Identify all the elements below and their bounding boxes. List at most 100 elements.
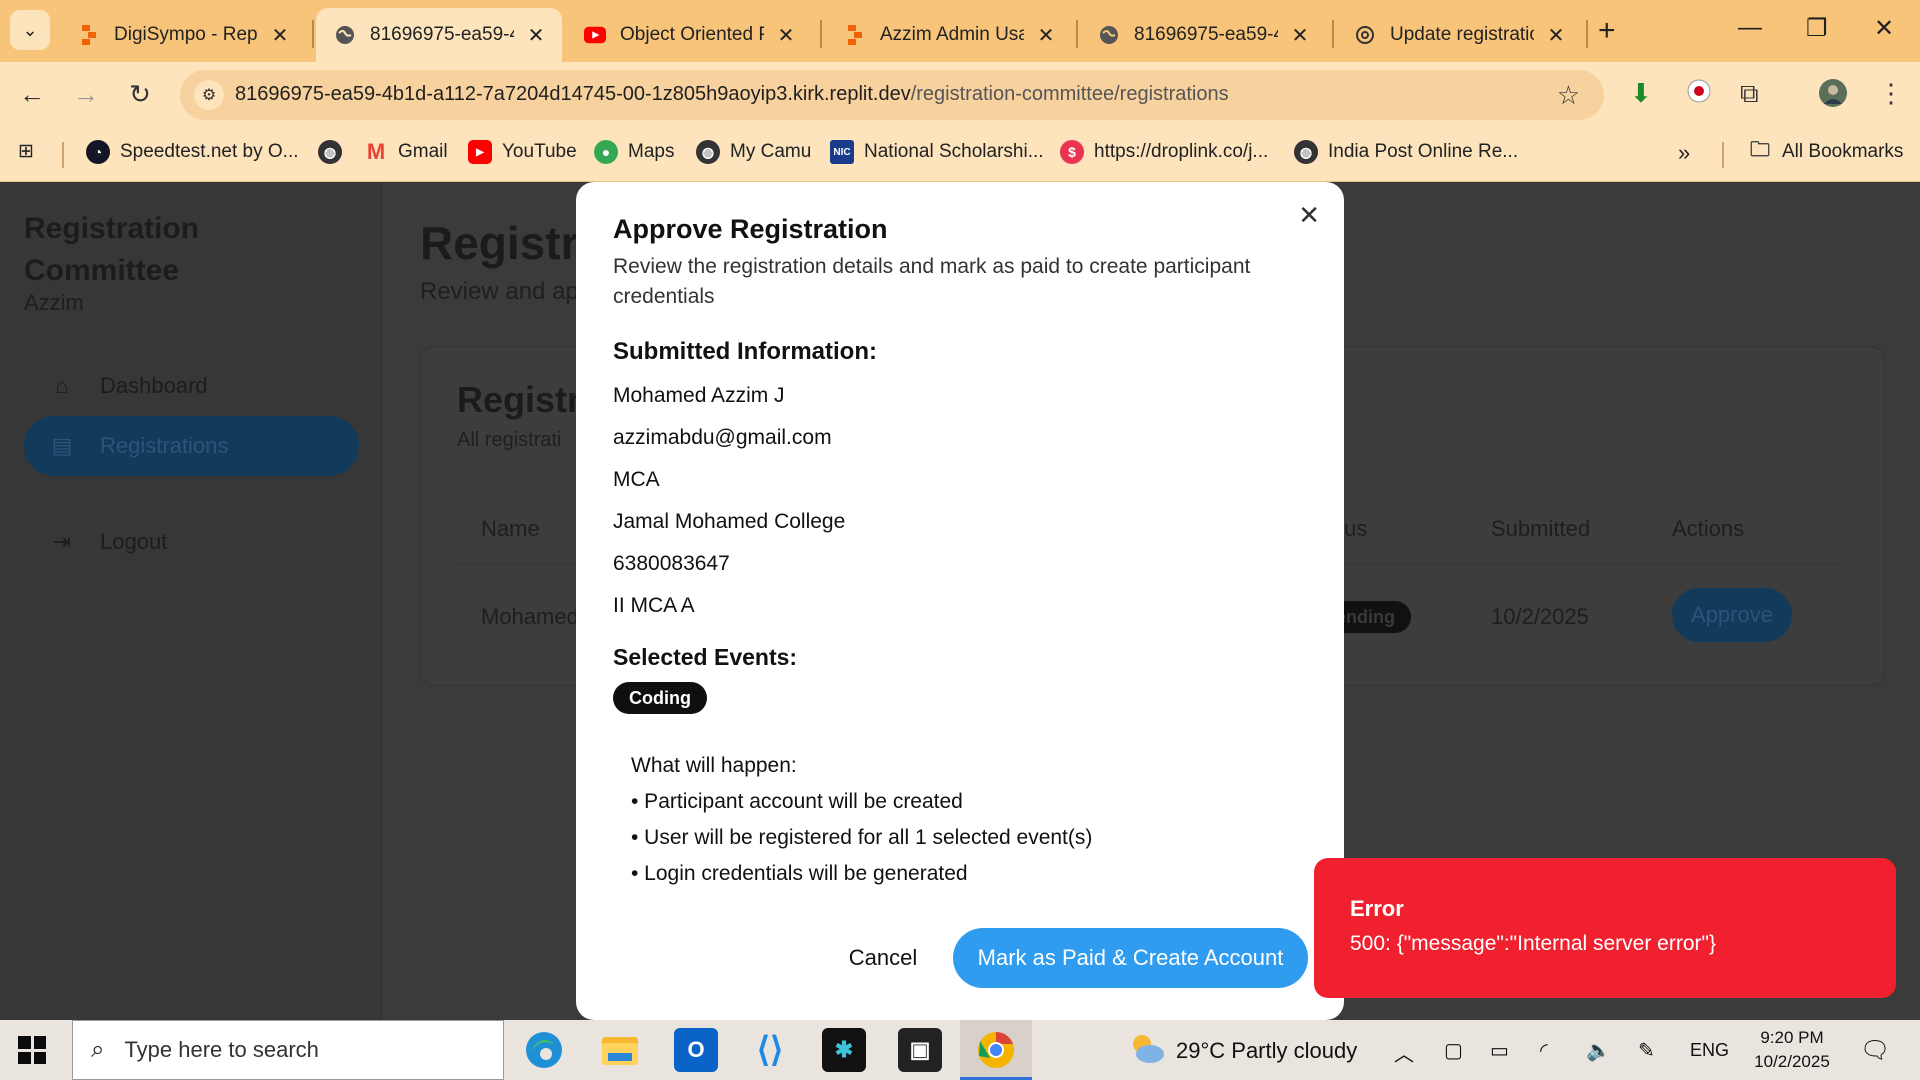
bookmark-scholarship[interactable]: NIC National Scholarshi... — [830, 140, 1044, 164]
error-toast[interactable]: Error 500: {"message":"Internal server e… — [1314, 858, 1896, 998]
toast-message: 500: {"message":"Internal server error"} — [1350, 932, 1716, 955]
forward-icon[interactable]: → — [68, 76, 104, 112]
close-icon[interactable]: ✕ — [774, 23, 798, 48]
site-info-icon[interactable]: ⚙ — [194, 80, 224, 110]
tab-1[interactable]: 81696975-ea59-4b ✕ — [316, 8, 562, 62]
tab-3[interactable]: Azzim Admin Usag ✕ — [826, 8, 1072, 62]
approve-dialog: ✕ Approve Registration Review the regist… — [576, 182, 1344, 1020]
weather-text[interactable]: 29°C Partly cloudy — [1176, 1038, 1357, 1064]
bookmark-gmail[interactable]: M Gmail — [364, 139, 448, 164]
back-icon[interactable]: ← — [14, 76, 50, 112]
selected-events-heading: Selected Events: — [613, 644, 798, 670]
column-header-submitted: Submitted — [1491, 516, 1591, 541]
close-icon[interactable]: ✕ — [524, 23, 548, 48]
bookmark-droplink[interactable]: $ https://droplink.co/j... — [1060, 140, 1268, 164]
bookmark-label: YouTube — [502, 141, 577, 162]
gmail-icon: M — [366, 139, 386, 164]
url-text[interactable]: 81696975-ea59-4b1d-a112-7a7204d14745-00-… — [235, 83, 1229, 106]
bookmark-speedtest[interactable]: ◔ Speedtest.net by O... — [86, 140, 299, 164]
more-bookmarks-icon[interactable]: » — [1678, 140, 1690, 166]
tab-title: 81696975-ea59-4b — [1134, 24, 1278, 45]
vscode-icon[interactable]: ⟨⟩ — [748, 1028, 792, 1072]
record-icon[interactable] — [1686, 78, 1712, 111]
browser-toolbar: ← → ↻ ⚙ 81696975-ea59-4b1d-a112-7a7204d1… — [0, 62, 1920, 128]
sidebar-item-logout[interactable]: ⇥ Logout — [24, 512, 359, 572]
app-title: Registration Committee — [24, 212, 200, 287]
cancel-button[interactable]: Cancel — [826, 928, 940, 988]
all-bookmarks-label: All Bookmarks — [1782, 141, 1904, 162]
row-name: Mohamed — [481, 604, 579, 629]
bookmark-globe[interactable]: ◍ — [318, 140, 352, 164]
row-submitted: 10/2/2025 — [1491, 604, 1589, 629]
tab-search-button[interactable]: ⌄ — [10, 10, 50, 50]
bookmark-maps[interactable]: ● Maps — [594, 140, 674, 164]
info-email: azzimabdu@gmail.com — [613, 426, 832, 449]
bookmark-star-icon[interactable]: ☆ — [1557, 80, 1580, 111]
what-item: • Participant account will be created — [631, 790, 963, 813]
mark-paid-create-account-button[interactable]: Mark as Paid & Create Account — [953, 928, 1308, 988]
bookmark-mycamu[interactable]: ◍ My Camu — [696, 140, 811, 164]
approve-button[interactable]: Approve — [1672, 588, 1792, 642]
reload-icon[interactable]: ↻ — [122, 76, 158, 112]
edge-icon[interactable] — [522, 1028, 566, 1072]
close-icon[interactable]: ✕ — [1298, 200, 1320, 231]
globe-icon: ◍ — [1294, 140, 1318, 164]
globe-icon — [334, 24, 356, 46]
app-icon[interactable]: ▣ — [898, 1028, 942, 1072]
tab-4[interactable]: 81696975-ea59-4b ✕ — [1080, 8, 1326, 62]
clock[interactable]: 9:20 PM 10/2/2025 — [1752, 1026, 1832, 1074]
minimize-icon[interactable]: — — [1738, 14, 1762, 42]
bookmark-indiapost[interactable]: ◍ India Post Online Re... — [1294, 140, 1518, 164]
weather-icon[interactable] — [1128, 1032, 1166, 1072]
close-icon[interactable]: ✕ — [1034, 23, 1058, 48]
dialog-title: Approve Registration — [613, 214, 888, 244]
file-explorer-icon[interactable] — [598, 1028, 642, 1072]
close-icon[interactable]: ✕ — [268, 23, 292, 48]
pen-icon[interactable]: ✎ — [1638, 1038, 1655, 1063]
apps-grid-icon[interactable]: ⊞ — [18, 140, 34, 163]
volume-icon[interactable]: 🔈 — [1586, 1038, 1611, 1063]
folder-icon: 🗀 — [1750, 139, 1770, 161]
sidebar-item-registrations[interactable]: ▤ Registrations — [24, 416, 359, 476]
globe-icon — [1098, 24, 1120, 46]
tab-0[interactable]: DigiSympo - Replit ✕ — [60, 8, 306, 62]
app-icon[interactable]: ✱ — [822, 1028, 866, 1072]
avatar[interactable] — [1818, 78, 1848, 115]
tab-5[interactable]: Update registratio ✕ — [1336, 8, 1582, 62]
event-chip: Coding — [613, 682, 707, 714]
toast-title: Error — [1350, 896, 1404, 921]
language-indicator[interactable]: ENG — [1690, 1040, 1729, 1061]
bookmark-label: India Post Online Re... — [1328, 141, 1519, 162]
tab-2[interactable]: Object Oriented Pr ✕ — [566, 8, 812, 62]
chrome-dev-icon[interactable] — [974, 1028, 1018, 1072]
card-subtitle: All registrati — [457, 429, 562, 451]
taskbar-search-input[interactable]: ⌕ Type here to search — [72, 1020, 504, 1080]
new-tab-icon[interactable]: + — [1598, 14, 1616, 48]
extensions-icon[interactable]: ⧉ — [1740, 78, 1759, 110]
restore-icon[interactable]: ❐ — [1806, 14, 1828, 43]
sidebar-item-label: Logout — [100, 529, 168, 554]
tray-chevron-icon[interactable]: ︿ — [1394, 1038, 1414, 1067]
bookmark-label: Speedtest.net by O... — [120, 141, 299, 162]
bookmark-youtube[interactable]: ▶ YouTube — [468, 140, 577, 164]
close-icon[interactable]: ✕ — [1288, 23, 1312, 48]
sidebar-item-dashboard[interactable]: ⌂ Dashboard — [24, 356, 359, 416]
bookmark-label: My Camu — [730, 141, 812, 162]
outlook-icon[interactable]: O — [674, 1028, 718, 1072]
windows-start-icon[interactable] — [18, 1036, 46, 1064]
sidebar: Registration Committee Azzim ⌂ Dashboard … — [0, 182, 382, 1020]
window-close-icon[interactable]: ✕ — [1874, 14, 1894, 43]
speedtest-icon: ◔ — [86, 140, 110, 164]
battery-icon[interactable]: ▭ — [1490, 1038, 1509, 1063]
address-bar[interactable]: ⚙ 81696975-ea59-4b1d-a112-7a7204d14745-0… — [180, 70, 1604, 120]
notifications-icon[interactable]: 🗨 — [1860, 1036, 1890, 1065]
download-icon[interactable]: ⬇ — [1630, 78, 1652, 109]
menu-kebab-icon[interactable]: ⋮ — [1878, 78, 1904, 109]
youtube-icon: ▶ — [468, 140, 492, 164]
close-icon[interactable]: ✕ — [1544, 23, 1568, 48]
url-host: 81696975-ea59-4b1d-a112-7a7204d14745-00-… — [235, 83, 911, 105]
wifi-icon[interactable]: ◜ — [1540, 1038, 1548, 1063]
bookmarks-bar: ⊞ ◔ Speedtest.net by O... ◍ M Gmail ▶ YouTu… — [0, 128, 1920, 182]
all-bookmarks[interactable]: 🗀 All Bookmarks — [1748, 139, 1904, 164]
meet-now-icon[interactable]: ▢ — [1444, 1038, 1463, 1063]
